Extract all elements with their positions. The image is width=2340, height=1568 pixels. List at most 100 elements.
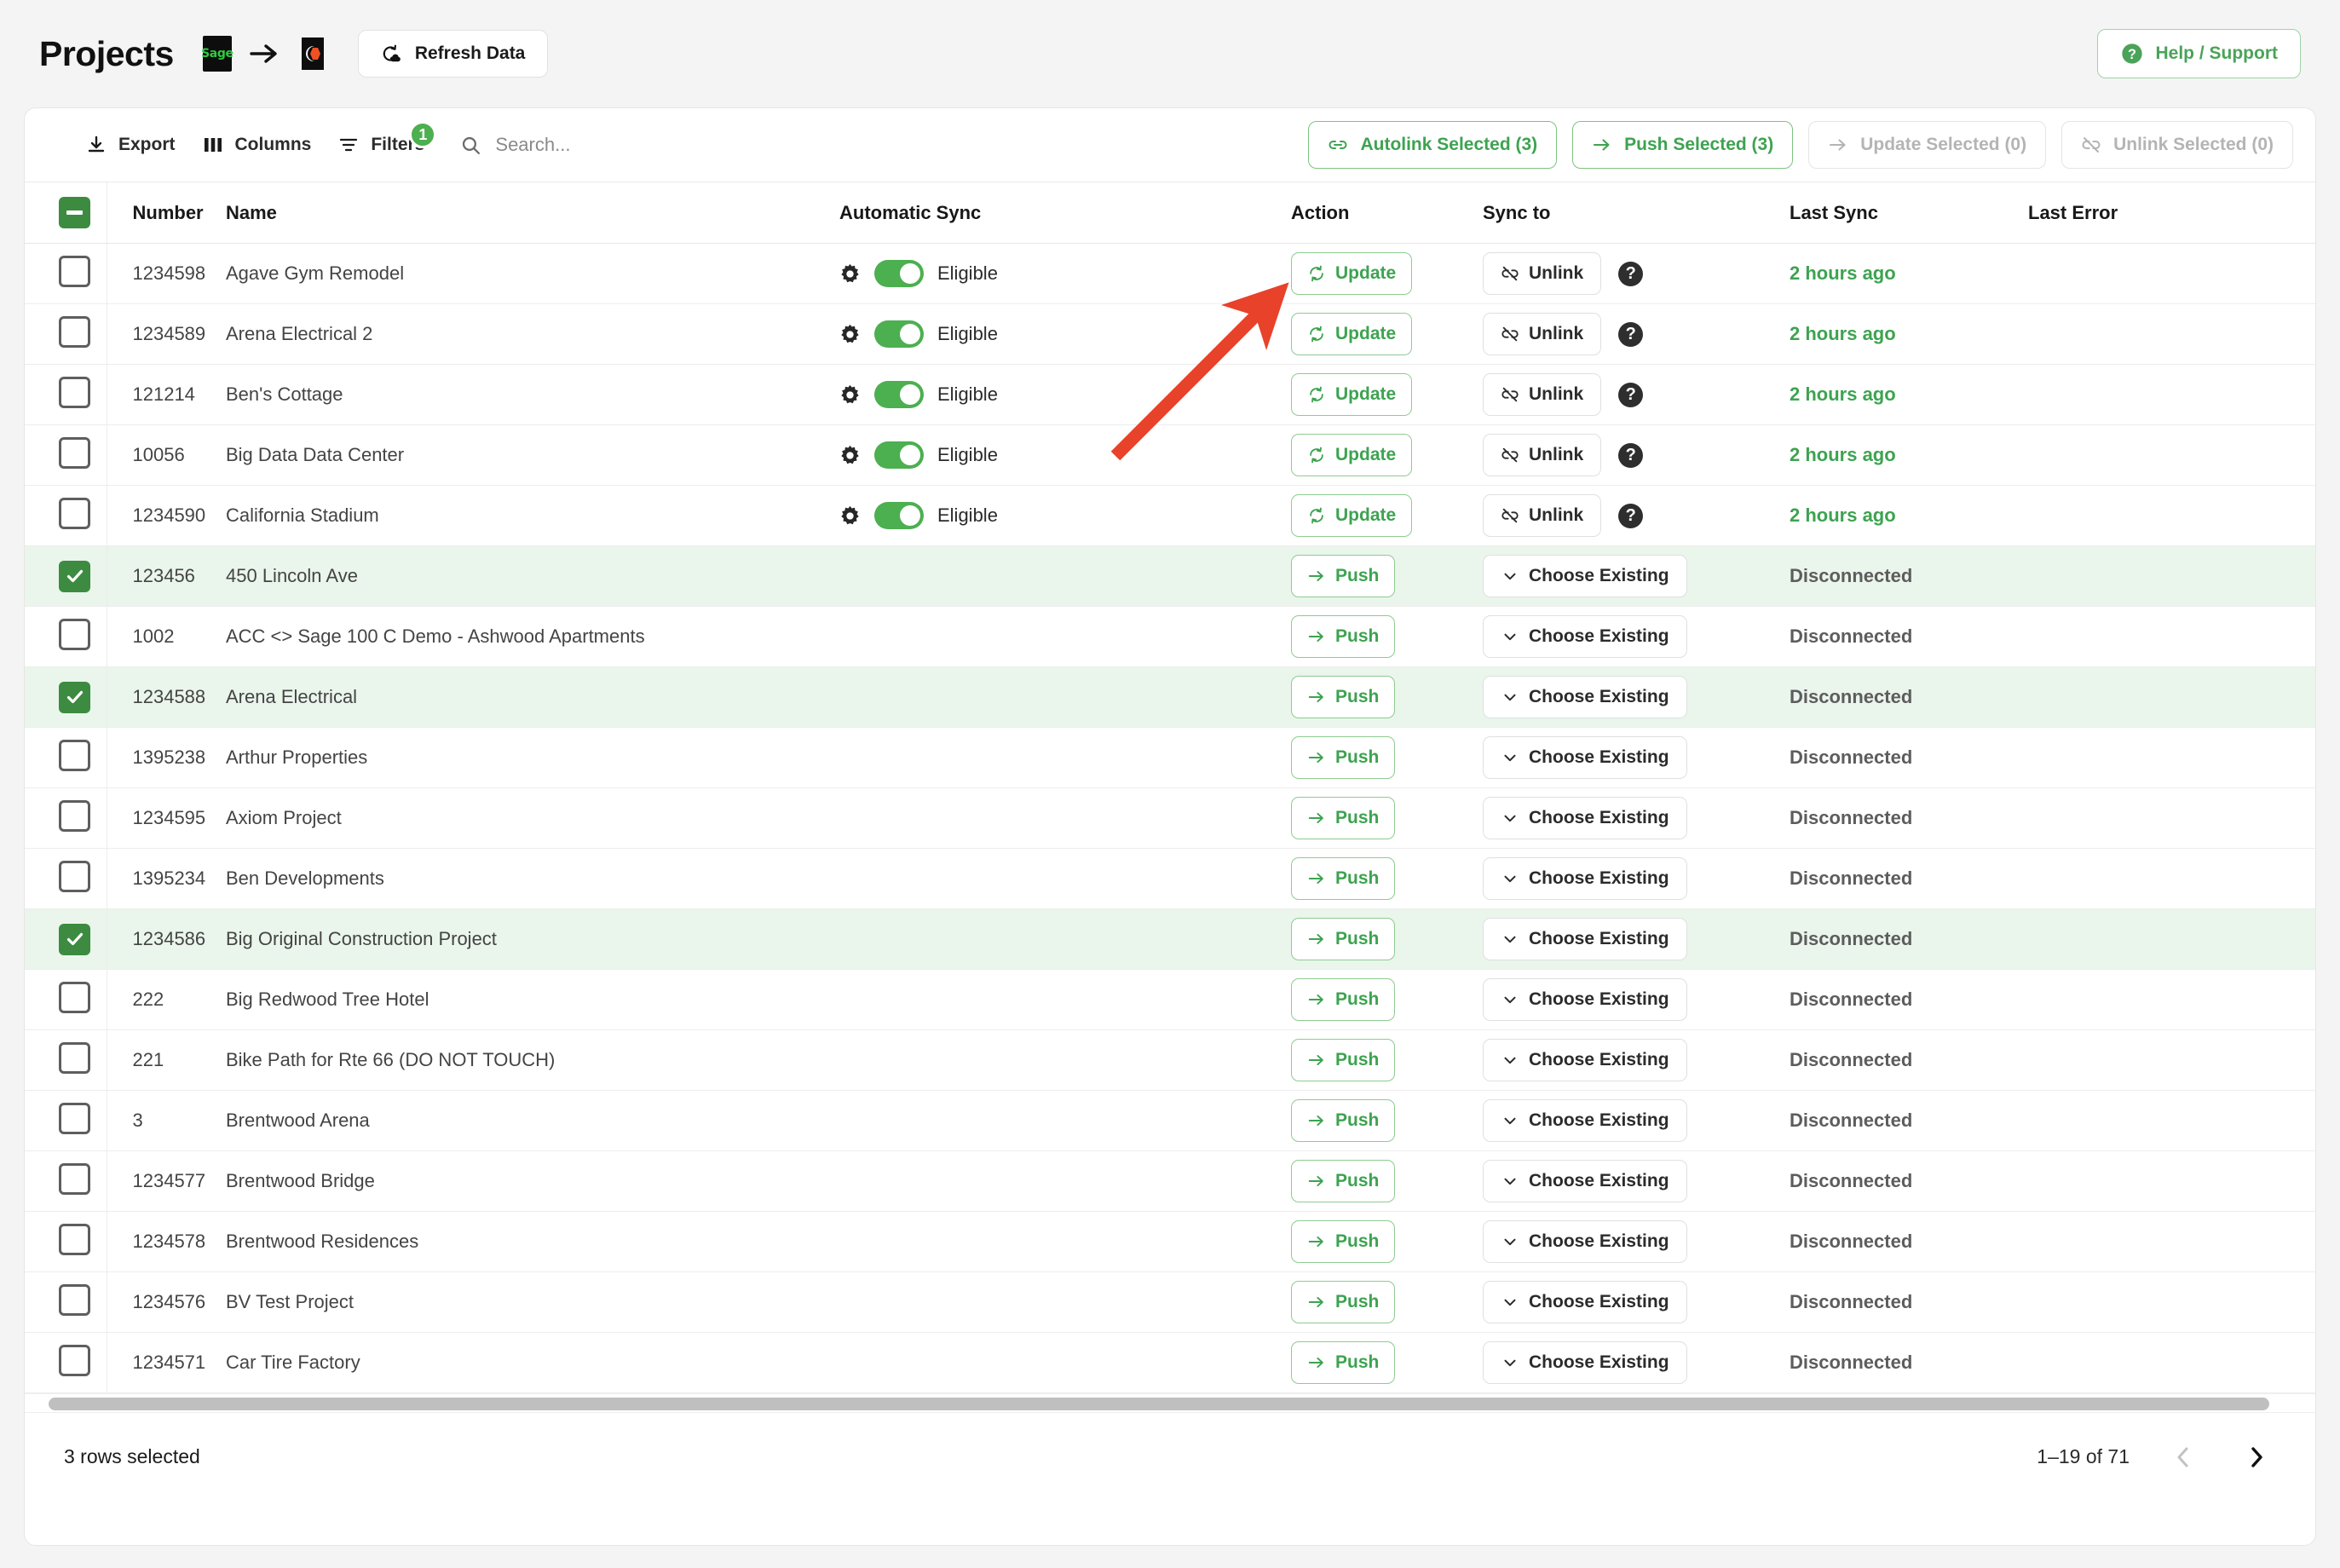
table-row[interactable]: 1234571 Car Tire Factory Push Choose Exi… xyxy=(25,1332,2315,1393)
column-header-last-sync[interactable]: Last Sync xyxy=(1790,182,2028,244)
autolink-selected-button[interactable]: Autolink Selected (3) xyxy=(1308,121,1558,169)
row-checkbox[interactable] xyxy=(59,376,90,408)
row-checkbox[interactable] xyxy=(59,1223,90,1255)
update-selected-button[interactable]: Update Selected (0) xyxy=(1808,121,2047,169)
row-push-button[interactable]: Push xyxy=(1291,1341,1396,1384)
sync-help-icon[interactable]: ? xyxy=(1618,321,1644,347)
row-checkbox[interactable] xyxy=(59,981,90,1013)
table-row[interactable]: 1234577 Brentwood Bridge Push Choose Exi… xyxy=(25,1150,2315,1212)
column-header-action[interactable]: Action xyxy=(1291,182,1483,244)
row-checkbox[interactable] xyxy=(59,923,90,955)
row-checkbox[interactable] xyxy=(59,1283,90,1316)
table-row[interactable]: 222 Big Redwood Tree Hotel Push Choose E… xyxy=(25,969,2315,1030)
filters-button[interactable]: Filters 1 xyxy=(325,121,438,164)
column-header-last-error[interactable]: Last Error xyxy=(2028,182,2315,244)
table-row[interactable]: 3 Brentwood Arena Push Choose Existing D… xyxy=(25,1090,2315,1151)
column-header-name[interactable]: Name xyxy=(226,182,839,244)
row-push-button[interactable]: Push xyxy=(1291,918,1396,960)
table-row[interactable]: 1234590 California Stadium Eligible Upda… xyxy=(25,485,2315,546)
row-checkbox[interactable] xyxy=(59,436,90,469)
row-checkbox[interactable] xyxy=(59,497,90,529)
search-box[interactable] xyxy=(460,134,752,156)
row-syncto-button[interactable]: Choose Existing xyxy=(1483,736,1687,779)
push-selected-button[interactable]: Push Selected (3) xyxy=(1572,121,1794,169)
row-syncto-button[interactable]: Choose Existing xyxy=(1483,797,1687,839)
row-checkbox[interactable] xyxy=(59,860,90,892)
sync-help-icon[interactable]: ? xyxy=(1618,503,1644,528)
select-all-checkbox[interactable] xyxy=(59,197,90,228)
gear-icon[interactable] xyxy=(839,324,861,345)
row-syncto-button[interactable]: Choose Existing xyxy=(1483,918,1687,960)
row-checkbox[interactable] xyxy=(59,1102,90,1134)
row-syncto-button[interactable]: Unlink xyxy=(1483,434,1602,476)
column-header-automatic-sync[interactable]: Automatic Sync xyxy=(839,182,1138,244)
gear-icon[interactable] xyxy=(839,384,861,406)
row-syncto-button[interactable]: Choose Existing xyxy=(1483,1160,1687,1202)
table-row[interactable]: 121214 Ben's Cottage Eligible Update Unl… xyxy=(25,364,2315,425)
horizontal-scrollbar[interactable] xyxy=(25,1393,2315,1412)
row-checkbox[interactable] xyxy=(59,315,90,348)
horizontal-scrollbar-thumb[interactable] xyxy=(49,1398,2269,1410)
sync-help-icon[interactable]: ? xyxy=(1618,442,1644,468)
row-syncto-button[interactable]: Choose Existing xyxy=(1483,978,1687,1021)
row-checkbox[interactable] xyxy=(59,739,90,771)
row-push-button[interactable]: Push xyxy=(1291,1039,1396,1081)
row-checkbox[interactable] xyxy=(59,618,90,650)
export-button[interactable]: Export xyxy=(72,126,189,164)
unlink-selected-button[interactable]: Unlink Selected (0) xyxy=(2061,121,2293,169)
row-syncto-button[interactable]: Unlink xyxy=(1483,252,1602,295)
row-push-button[interactable]: Push xyxy=(1291,736,1396,779)
table-row[interactable]: 1234576 BV Test Project Push Choose Exis… xyxy=(25,1271,2315,1333)
row-push-button[interactable]: Push xyxy=(1291,1220,1396,1263)
automatic-sync-toggle[interactable] xyxy=(874,502,924,529)
help-support-button[interactable]: ? Help / Support xyxy=(2096,29,2301,78)
automatic-sync-toggle[interactable] xyxy=(874,381,924,408)
row-update-button[interactable]: Update xyxy=(1291,494,1413,537)
gear-icon[interactable] xyxy=(839,263,861,285)
row-update-button[interactable]: Update xyxy=(1291,313,1413,355)
row-syncto-button[interactable]: Choose Existing xyxy=(1483,555,1687,597)
row-push-button[interactable]: Push xyxy=(1291,857,1396,900)
table-row[interactable]: 221 Bike Path for Rte 66 (DO NOT TOUCH) … xyxy=(25,1029,2315,1091)
automatic-sync-toggle[interactable] xyxy=(874,260,924,287)
gear-icon[interactable] xyxy=(839,445,861,466)
table-row[interactable]: 1234578 Brentwood Residences Push Choose… xyxy=(25,1211,2315,1272)
row-syncto-button[interactable]: Choose Existing xyxy=(1483,1099,1687,1142)
row-checkbox[interactable] xyxy=(59,1162,90,1195)
row-syncto-button[interactable]: Unlink xyxy=(1483,313,1602,355)
row-checkbox[interactable] xyxy=(59,560,90,592)
row-syncto-button[interactable]: Choose Existing xyxy=(1483,1039,1687,1081)
table-row[interactable]: 1234589 Arena Electrical 2 Eligible Upda… xyxy=(25,303,2315,365)
row-syncto-button[interactable]: Choose Existing xyxy=(1483,1281,1687,1323)
row-push-button[interactable]: Push xyxy=(1291,615,1396,658)
row-syncto-button[interactable]: Choose Existing xyxy=(1483,615,1687,658)
gear-icon[interactable] xyxy=(839,505,861,527)
row-syncto-button[interactable]: Choose Existing xyxy=(1483,1341,1687,1384)
row-checkbox[interactable] xyxy=(59,681,90,713)
table-row[interactable]: 1234598 Agave Gym Remodel Eligible Updat… xyxy=(25,243,2315,304)
row-push-button[interactable]: Push xyxy=(1291,1281,1396,1323)
table-row[interactable]: 1234586 Big Original Construction Projec… xyxy=(25,908,2315,970)
columns-button[interactable]: Columns xyxy=(189,126,326,164)
row-update-button[interactable]: Update xyxy=(1291,434,1413,476)
row-push-button[interactable]: Push xyxy=(1291,797,1396,839)
pagination-prev-button[interactable] xyxy=(2164,1439,2203,1475)
row-push-button[interactable]: Push xyxy=(1291,978,1396,1021)
row-update-button[interactable]: Update xyxy=(1291,252,1413,295)
row-push-button[interactable]: Push xyxy=(1291,555,1396,597)
pagination-next-button[interactable] xyxy=(2237,1439,2276,1475)
row-push-button[interactable]: Push xyxy=(1291,676,1396,718)
sync-help-icon[interactable]: ? xyxy=(1618,261,1644,286)
table-row[interactable]: 1234595 Axiom Project Push Choose Existi… xyxy=(25,787,2315,849)
automatic-sync-toggle[interactable] xyxy=(874,320,924,348)
row-push-button[interactable]: Push xyxy=(1291,1160,1396,1202)
row-checkbox[interactable] xyxy=(59,799,90,832)
row-push-button[interactable]: Push xyxy=(1291,1099,1396,1142)
table-row[interactable]: 123456 450 Lincoln Ave Push Choose Exist… xyxy=(25,545,2315,607)
automatic-sync-toggle[interactable] xyxy=(874,441,924,469)
column-header-number[interactable]: Number xyxy=(107,182,226,244)
row-update-button[interactable]: Update xyxy=(1291,373,1413,416)
row-checkbox[interactable] xyxy=(59,1344,90,1376)
row-syncto-button[interactable]: Choose Existing xyxy=(1483,676,1687,718)
column-header-sync-to[interactable]: Sync to xyxy=(1483,182,1790,244)
